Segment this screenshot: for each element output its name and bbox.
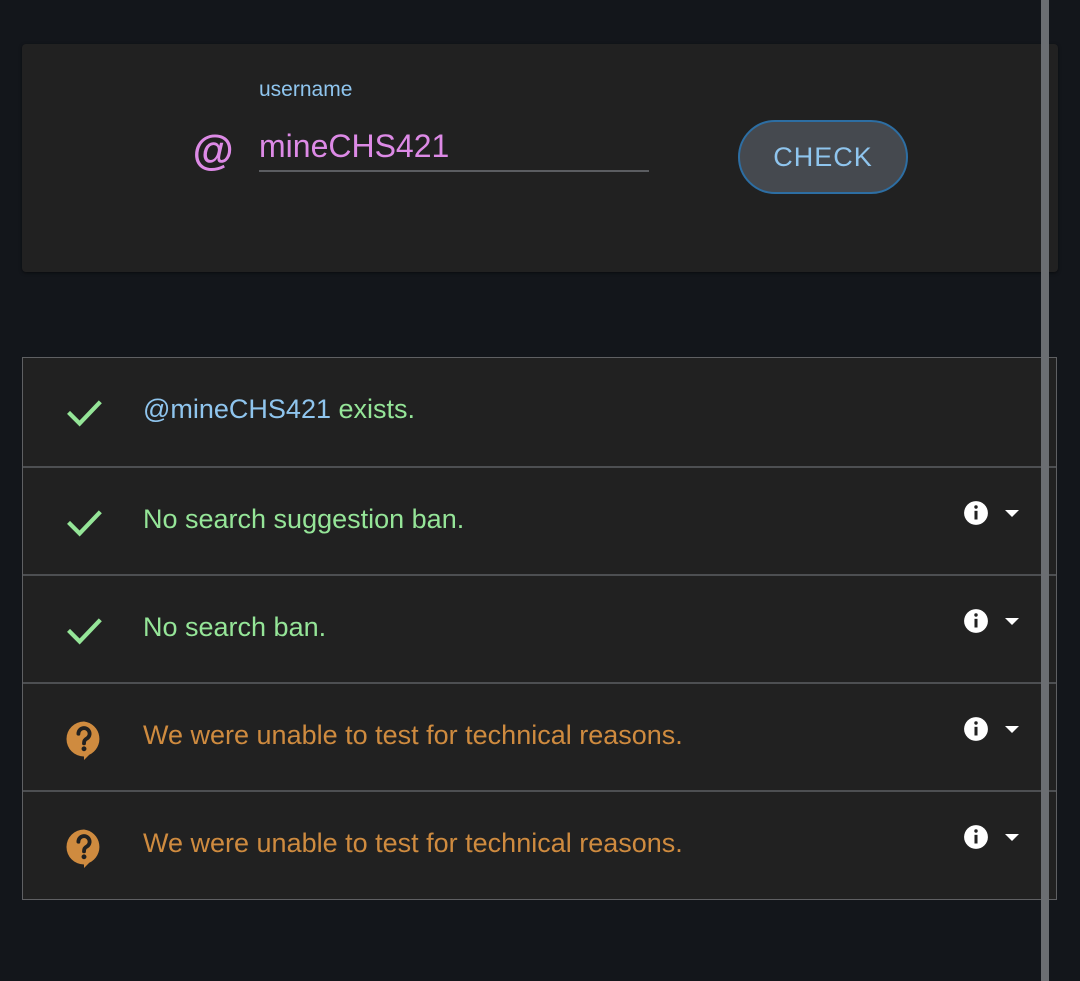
info-icon[interactable]: [963, 716, 989, 742]
username-input[interactable]: [259, 122, 649, 172]
chevron-down-icon[interactable]: [1005, 510, 1019, 518]
at-sign-icon: @: [192, 127, 233, 174]
username-link[interactable]: @mineCHS421: [143, 394, 331, 424]
result-message: exists.: [331, 394, 416, 424]
question-bubble-icon: [66, 829, 100, 868]
chevron-down-icon[interactable]: [1005, 834, 1019, 842]
result-row-exists: @mineCHS421 exists.: [23, 358, 1056, 466]
results-panel: @mineCHS421 exists. No search suggestion…: [22, 357, 1057, 900]
result-text: @mineCHS421 exists.: [143, 394, 415, 425]
result-text: No search suggestion ban.: [143, 504, 465, 534]
result-row-search-ban[interactable]: No search ban.: [23, 574, 1056, 682]
chevron-down-icon[interactable]: [1005, 618, 1019, 626]
check-icon: [67, 618, 102, 645]
check-button[interactable]: CHECK: [738, 120, 908, 194]
result-row-unknown-2[interactable]: We were unable to test for technical rea…: [23, 790, 1056, 898]
result-text: We were unable to test for technical rea…: [143, 720, 683, 750]
username-label: username: [259, 78, 353, 101]
result-text: No search ban.: [143, 612, 327, 642]
result-row-unknown-1[interactable]: We were unable to test for technical rea…: [23, 682, 1056, 790]
check-icon: [67, 400, 102, 427]
check-icon: [67, 510, 102, 537]
info-icon[interactable]: [963, 500, 989, 526]
info-icon[interactable]: [963, 824, 989, 850]
result-row-suggestion-ban[interactable]: No search suggestion ban.: [23, 466, 1056, 574]
result-text: We were unable to test for technical rea…: [143, 828, 683, 858]
scrollbar[interactable]: [1041, 0, 1049, 981]
chevron-down-icon[interactable]: [1005, 726, 1019, 734]
page: @ username CHECK @mineCHS421 exists. No …: [0, 0, 1080, 981]
info-icon[interactable]: [963, 608, 989, 634]
question-bubble-icon: [66, 721, 100, 760]
